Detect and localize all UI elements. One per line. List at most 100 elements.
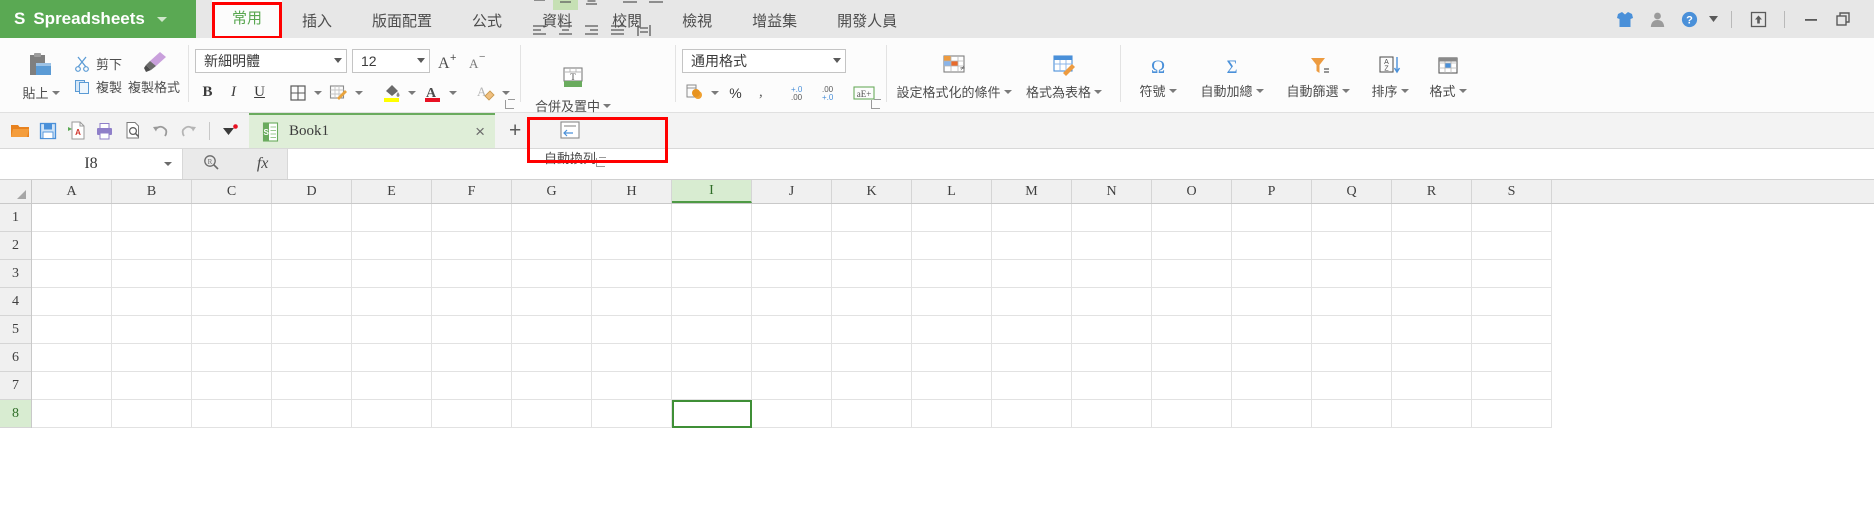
row-header-7[interactable]: 7 (0, 372, 31, 400)
column-header-G[interactable]: G (512, 180, 592, 203)
column-header-K[interactable]: K (832, 180, 912, 203)
cell-L6[interactable] (912, 344, 992, 372)
chevron-down-icon[interactable] (1255, 88, 1264, 93)
cell-M6[interactable] (992, 344, 1072, 372)
column-header-H[interactable]: H (592, 180, 672, 203)
cell-Q3[interactable] (1312, 260, 1392, 288)
cell-R7[interactable] (1392, 372, 1472, 400)
cell-S1[interactable] (1472, 204, 1552, 232)
cell-N3[interactable] (1072, 260, 1152, 288)
autosum-button[interactable]: Σ 自動加總 (1189, 50, 1275, 100)
cell-E6[interactable] (352, 344, 432, 372)
cell-A3[interactable] (32, 260, 112, 288)
cell-Q8[interactable] (1312, 400, 1392, 428)
cell-J4[interactable] (752, 288, 832, 316)
cell-D2[interactable] (272, 232, 352, 260)
cell-G7[interactable] (512, 372, 592, 400)
cell-C5[interactable] (192, 316, 272, 344)
help-icon[interactable]: ? (1674, 4, 1704, 34)
cell-F3[interactable] (432, 260, 512, 288)
chevron-down-icon[interactable] (1400, 88, 1409, 93)
print-icon[interactable] (90, 117, 118, 145)
cell-J6[interactable] (752, 344, 832, 372)
cell-L1[interactable] (912, 204, 992, 232)
cell-C6[interactable] (192, 344, 272, 372)
cell-A2[interactable] (32, 232, 112, 260)
cell-G5[interactable] (512, 316, 592, 344)
chevron-down-icon[interactable] (417, 58, 426, 63)
font-size-combobox[interactable]: 12 (352, 48, 431, 73)
symbol-button[interactable]: Ω 符號 (1127, 50, 1189, 100)
cell-I1[interactable] (672, 204, 752, 232)
cell-C2[interactable] (192, 232, 272, 260)
font-name-combobox[interactable]: 新細明體 (195, 48, 348, 73)
chevron-down-icon[interactable] (156, 16, 167, 22)
cell-H5[interactable] (592, 316, 672, 344)
cell-N1[interactable] (1072, 204, 1152, 232)
cell-F4[interactable] (432, 288, 512, 316)
cell-D1[interactable] (272, 204, 352, 232)
cell-E3[interactable] (352, 260, 432, 288)
cell-K3[interactable] (832, 260, 912, 288)
export-pdf-icon[interactable]: A (62, 117, 90, 145)
cell-P1[interactable] (1232, 204, 1312, 232)
search-ref-icon[interactable]: R (202, 153, 220, 176)
format-button[interactable]: 格式 (1419, 50, 1477, 100)
cell-A4[interactable] (32, 288, 112, 316)
cell-O3[interactable] (1152, 260, 1232, 288)
open-folder-icon[interactable] (6, 117, 34, 145)
cell-E7[interactable] (352, 372, 432, 400)
cell-G3[interactable] (512, 260, 592, 288)
cell-B2[interactable] (112, 232, 192, 260)
cell-C4[interactable] (192, 288, 272, 316)
merge-center-button[interactable]: T 合併及置中 (527, 61, 619, 115)
cell-F5[interactable] (432, 316, 512, 344)
cell-L4[interactable] (912, 288, 992, 316)
cell-O5[interactable] (1152, 316, 1232, 344)
column-header-I[interactable]: I (672, 180, 752, 203)
close-icon[interactable]: × (475, 122, 485, 142)
cell-H3[interactable] (592, 260, 672, 288)
cell-P4[interactable] (1232, 288, 1312, 316)
bold-button[interactable]: B (195, 81, 220, 105)
cell-B6[interactable] (112, 344, 192, 372)
increase-font-size-button[interactable]: A + (435, 49, 460, 73)
cell-I3[interactable] (672, 260, 752, 288)
cell-style-dropdown[interactable] (352, 81, 366, 105)
tab-page-layout[interactable]: 版面配置 (352, 5, 452, 38)
cell-B7[interactable] (112, 372, 192, 400)
cell-S8[interactable] (1472, 400, 1552, 428)
cell-A1[interactable] (32, 204, 112, 232)
user-account-icon[interactable] (1642, 4, 1672, 34)
chevron-down-icon[interactable] (1003, 89, 1012, 94)
cell-H6[interactable] (592, 344, 672, 372)
cell-F8[interactable] (432, 400, 512, 428)
decrease-font-size-button[interactable]: A − (465, 49, 490, 73)
cell-N5[interactable] (1072, 316, 1152, 344)
distributed-button[interactable] (631, 19, 656, 42)
tab-formulas[interactable]: 公式 (452, 5, 522, 38)
fill-color-button[interactable] (379, 81, 404, 105)
cell-P6[interactable] (1232, 344, 1312, 372)
insert-function-button[interactable]: fx (257, 155, 269, 173)
column-header-P[interactable]: P (1232, 180, 1312, 203)
cell-O8[interactable] (1152, 400, 1232, 428)
cell-G1[interactable] (512, 204, 592, 232)
cell-A6[interactable] (32, 344, 112, 372)
chevron-down-icon[interactable] (1341, 88, 1350, 93)
format-as-table-button[interactable]: 格式為表格 (1015, 49, 1113, 101)
cell-F2[interactable] (432, 232, 512, 260)
borders-button[interactable] (285, 81, 310, 105)
font-color-button[interactable]: A (420, 81, 445, 105)
cell-O2[interactable] (1152, 232, 1232, 260)
cell-O6[interactable] (1152, 344, 1232, 372)
cell-I7[interactable] (672, 372, 752, 400)
cell-S4[interactable] (1472, 288, 1552, 316)
cell-E4[interactable] (352, 288, 432, 316)
cell-E2[interactable] (352, 232, 432, 260)
cell-R8[interactable] (1392, 400, 1472, 428)
alignment-dialog-launcher[interactable] (596, 157, 607, 167)
column-header-M[interactable]: M (992, 180, 1072, 203)
percent-style-button[interactable]: % (723, 81, 748, 105)
column-header-D[interactable]: D (272, 180, 352, 203)
